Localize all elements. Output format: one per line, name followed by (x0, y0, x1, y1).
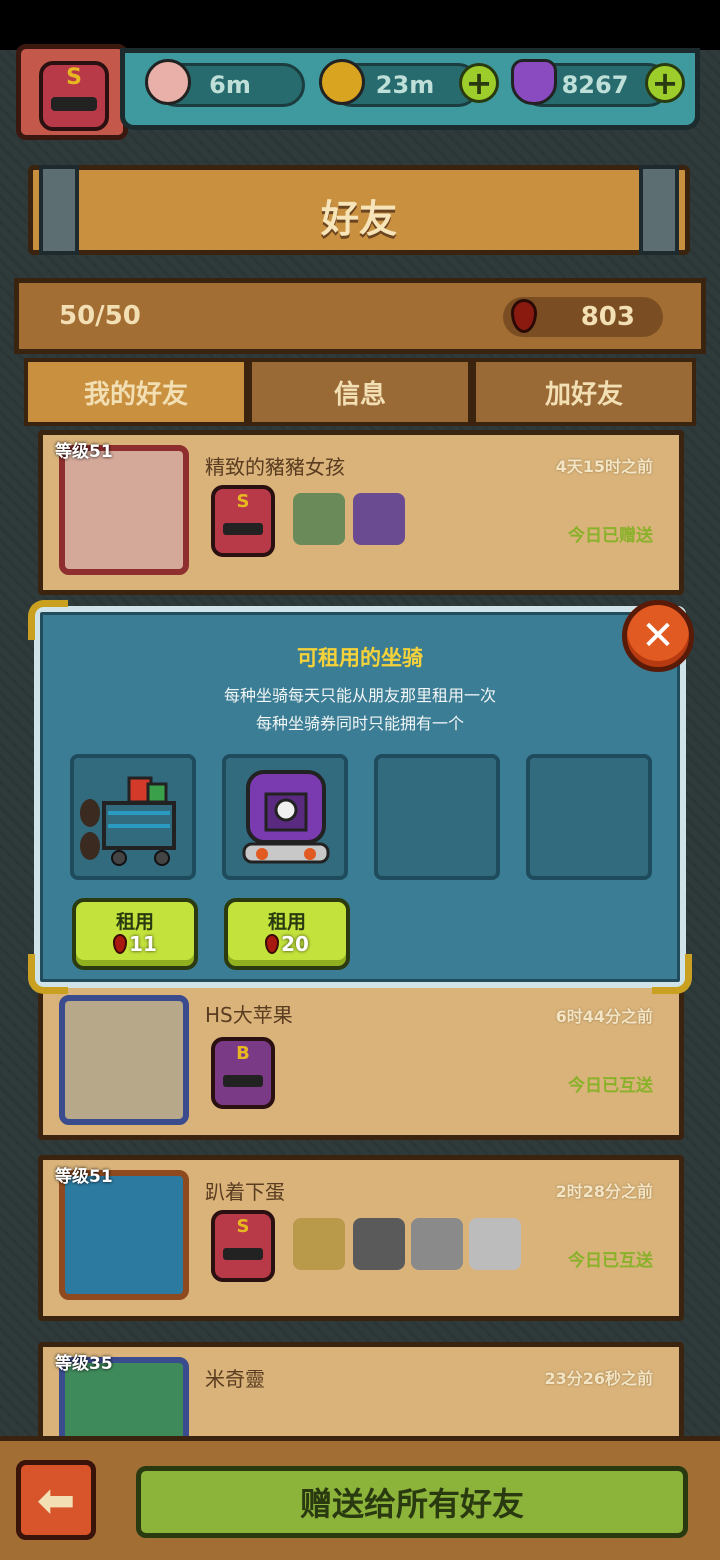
friend-avatar (59, 445, 189, 575)
friend-last-seen: 6时44分之前 (555, 1007, 653, 1026)
back-arrow-icon: ⬅ (36, 1473, 76, 1527)
tab-messages[interactable]: 信息 (248, 358, 472, 426)
rent-cost-value: 11 (129, 932, 157, 957)
friends-summary-bar: 50/50 803 (14, 278, 706, 354)
potion-value: 8267 (561, 71, 629, 99)
rent-cost: 20 (265, 932, 309, 956)
tab-my-friends[interactable]: 我的好友 (24, 358, 248, 426)
dark-rose-mount-icon (353, 1218, 405, 1270)
friends-tabs: 我的好友 信息 加好友 (24, 358, 696, 426)
friend-level: 等级35 (55, 1354, 113, 1374)
mount-slot-1[interactable] (70, 754, 196, 880)
potion-icon (511, 59, 557, 105)
friend-name: 米奇靈 (205, 1367, 265, 1391)
rent-cost: 11 (113, 932, 157, 956)
blood-drop-icon (113, 934, 128, 955)
frame-corner (28, 600, 68, 640)
friend-last-seen: 2时28分之前 (555, 1182, 653, 1201)
dialog-description-1: 每种坐骑每天只能从朋友那里租用一次 (223, 686, 496, 705)
dialog-description-2: 每种坐骑券同时只能拥有一个 (255, 714, 464, 733)
blood-balance-value: 803 (580, 302, 635, 332)
friend-rank-badge: B (211, 1037, 275, 1109)
friend-last-seen: 4天15时之前 (555, 457, 653, 476)
shopping-cart-mount-icon (80, 776, 176, 866)
page-title: 好友 (320, 197, 397, 241)
throne-mount-icon (353, 493, 405, 545)
throne-mount-icon (242, 770, 330, 864)
friend-last-seen: 23分26秒之前 (544, 1369, 653, 1388)
friend-level: 等级51 (55, 442, 113, 462)
dialog-title: 可租用的坐骑 (297, 646, 423, 670)
friend-name: 精致的豬豬女孩 (205, 455, 345, 479)
resource-bar: 6m 23m + 8267 + (120, 48, 700, 130)
friend-level: 等级51 (55, 1167, 113, 1187)
rank-teeth-icon (51, 97, 97, 111)
rent-label: 租用 (267, 910, 306, 933)
friend-row[interactable]: 等级51 趴着下蛋 2时28分之前 今日已互送 S (38, 1155, 684, 1321)
tab-add-friend[interactable]: 加好友 (472, 358, 696, 426)
rank-letter: S (66, 65, 82, 90)
friend-row[interactable]: 等级35 米奇靈 23分26秒之前 (38, 1342, 684, 1447)
shopping-cart-mount-icon (293, 493, 345, 545)
back-button[interactable]: ⬅ (16, 1460, 96, 1540)
mount-slot-3-empty (374, 754, 500, 880)
frame-corner (652, 954, 692, 994)
friends-count: 50/50 (59, 301, 141, 331)
close-icon: ✕ (641, 613, 675, 659)
blood-drop-icon (265, 934, 280, 955)
close-dialog-button[interactable]: ✕ (622, 600, 694, 672)
friend-gift-status: 今日已赠送 (568, 526, 653, 546)
rent-label: 租用 (115, 910, 154, 933)
friend-rank-letter: S (236, 1216, 250, 1237)
friend-rank-letter: B (236, 1043, 250, 1064)
system-status-bar (0, 0, 720, 50)
gold-value: 23m (375, 71, 435, 99)
friend-row[interactable]: 等级51 精致的豬豬女孩 4天15时之前 今日已赠送 S (38, 430, 684, 595)
balloon-mount-icon (293, 1218, 345, 1270)
friend-avatar (59, 995, 189, 1125)
rent-cost-value: 20 (281, 932, 309, 957)
rank-teeth-icon (223, 523, 263, 535)
friend-gift-status: 今日已互送 (568, 1076, 653, 1096)
rentable-mounts-dialog: 可租用的坐骑 每种坐骑每天只能从朋友那里租用一次 每种坐骑券同时只能拥有一个 租… (28, 600, 692, 994)
friend-avatar (59, 1170, 189, 1300)
friend-name: 趴着下蛋 (205, 1180, 285, 1204)
send-to-all-friends-button[interactable]: 赠送给所有好友 (136, 1466, 688, 1538)
rent-mount-1-button[interactable]: 租用 11 (72, 898, 198, 970)
friend-name: HS大苹果 (205, 1003, 293, 1027)
rent-mount-2-button[interactable]: 租用 20 (224, 898, 350, 970)
friend-row[interactable]: HS大苹果 6时44分之前 今日已互送 B (38, 980, 684, 1140)
friend-rank-letter: S (236, 491, 250, 512)
page-title-board: 好友 (28, 165, 690, 255)
friend-rank-badge: S (211, 485, 275, 557)
player-rank-badge[interactable]: S (16, 44, 128, 140)
mount-slot-4-empty (526, 754, 652, 880)
friend-rank-badge: S (211, 1210, 275, 1282)
add-potion-button[interactable]: + (645, 63, 685, 103)
rank-teeth-icon (223, 1248, 263, 1260)
eyeball-value: 6m (209, 71, 251, 99)
lion-dance-mount-icon (411, 1218, 463, 1270)
rank-teeth-icon (223, 1075, 263, 1087)
rank-shield-icon: S (39, 61, 109, 131)
white-rabbit-mount-icon (469, 1218, 521, 1270)
add-gold-button[interactable]: + (459, 63, 499, 103)
eyeball-icon (145, 59, 191, 105)
gold-coin-icon (319, 59, 365, 105)
friend-gift-status: 今日已互送 (568, 1251, 653, 1271)
frame-corner (28, 954, 68, 994)
mount-slot-2[interactable] (222, 754, 348, 880)
